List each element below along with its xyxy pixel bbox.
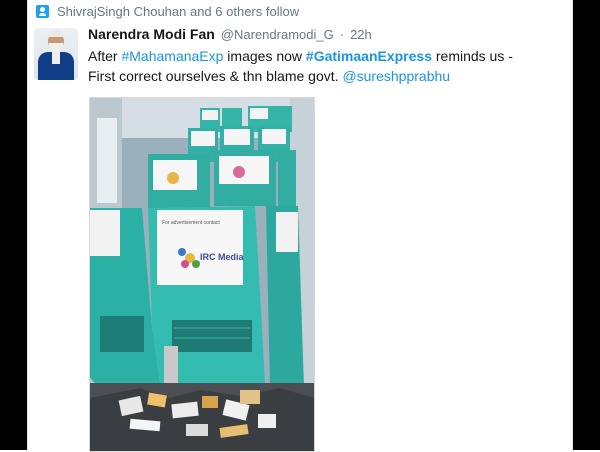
card-logo-petal-3 [181,260,189,268]
tweet-time[interactable]: 22h [350,27,372,42]
tweet-text-part: images now [223,48,306,64]
water-bottle [164,346,178,388]
seat-mesh-left [100,316,144,352]
seat-card-mid-2 [224,129,250,145]
train-seats-photo: For advertisement contact IRC Media [90,98,314,451]
author-handle[interactable]: @Narendramodi_G [221,27,334,42]
hashtag-gatimaanexpress[interactable]: #GatimaanExpress [306,48,432,64]
card-logo-near-1 [167,172,179,184]
litter-3 [171,401,199,419]
seat-card-front-right [276,212,298,252]
avatar[interactable] [34,28,78,80]
social-context[interactable]: ShivrajSingh Chouhan and 6 others follow [36,2,299,20]
avatar-collar [52,52,60,64]
seat-near-3 [278,150,296,210]
follow-icon [36,4,49,18]
seat-card-front-left [90,210,120,256]
hashtag-mahamanaexp[interactable]: #MahamanaExp [121,48,223,64]
litter-4 [202,396,218,408]
seat-card-mid-1 [191,131,215,146]
tweet-text-part: After [88,48,122,64]
author-name[interactable]: Narendra Modi Fan [88,26,215,42]
litter-10 [258,414,276,428]
tweet-photo[interactable]: For advertisement contact IRC Media [89,97,315,452]
left-black-border [0,0,27,450]
seat-mesh-center [172,320,252,352]
avatar-hair [48,30,64,37]
right-black-border [573,0,600,450]
seat-card-mid-3 [262,129,286,144]
window [97,118,117,203]
litter-8 [186,424,208,436]
meta-separator: · [339,27,345,42]
card-caption: For advertisement contact [162,220,220,226]
tweet-text: After #MahamanaExp images now #GatimaanE… [88,46,528,86]
social-context-text[interactable]: ShivrajSingh Chouhan and 6 others follow [57,4,299,19]
card-brand: IRC Media [200,252,245,262]
card-logo-petal-4 [192,260,200,268]
seat-card-far-1 [202,110,218,120]
seat-card-far-3 [250,108,268,119]
litter-6 [240,390,260,404]
mention-sureshpprabhu[interactable]: @sureshpprabhu [342,68,450,84]
card-logo-near-2 [233,166,245,178]
tweet-header: Narendra Modi Fan @Narendramodi_G · 22h [88,26,372,46]
avatar-beard [49,43,63,52]
card-logo-petal-2 [178,248,186,256]
